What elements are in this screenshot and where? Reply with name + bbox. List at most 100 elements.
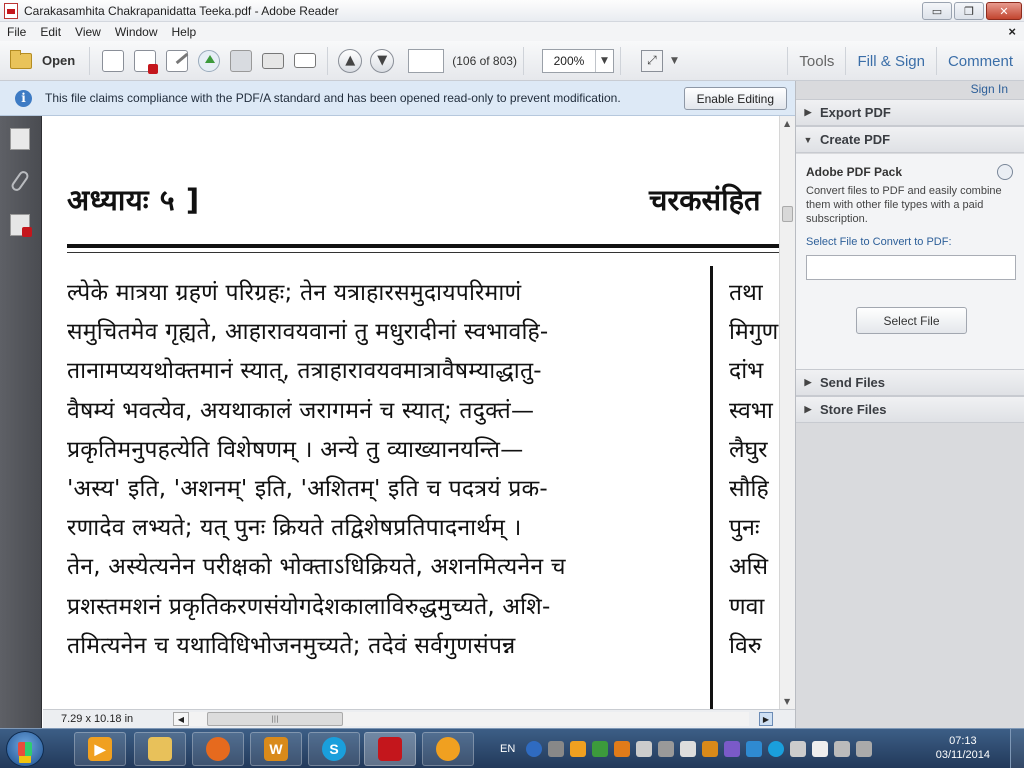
main-column: ल्पेके मात्रया ग्रहणं परिग्रहः; तेन यत्र… (67, 274, 697, 666)
scroll-left-icon[interactable]: ◀ (173, 712, 189, 726)
fill-sign-tab[interactable]: Fill & Sign (845, 47, 936, 75)
toolbar-panes: Tools Fill & Sign Comment (787, 41, 1024, 81)
status-bar: 7.29 x 10.18 in ◀ ||| ▶ (43, 709, 795, 728)
menu-view[interactable]: View (68, 25, 108, 39)
next-page-icon[interactable]: ▼ (370, 48, 395, 73)
open-button[interactable]: Open (10, 46, 91, 75)
menu-window[interactable]: Window (108, 25, 165, 39)
chevron-down-icon[interactable]: ▼ (594, 49, 613, 72)
action-center-icon[interactable] (856, 741, 873, 757)
network-icon[interactable] (834, 741, 851, 757)
folder-icon (10, 49, 32, 69)
taskbar-app[interactable] (422, 732, 474, 766)
zoom-select[interactable]: 200% ▼ (541, 48, 614, 73)
text-line: प्रकृतिमनुपहत्येति विशेषणम् । अन्ये तु व… (67, 436, 524, 463)
create-pdf-panel: Adobe PDF Pack Convert files to PDF and … (796, 154, 1024, 369)
store-files-section[interactable]: ▶ Store Files (796, 396, 1024, 423)
language-indicator[interactable]: EN (500, 743, 515, 755)
firefox-icon (206, 737, 230, 761)
attachments-icon[interactable] (9, 169, 31, 193)
scroll-down-icon[interactable]: ▼ (784, 697, 790, 706)
text-line: स्वभा (729, 397, 773, 424)
create-pdf-section[interactable]: ▼ Create PDF (796, 126, 1024, 153)
customize-dropdown-icon[interactable]: ▼ (671, 56, 678, 66)
tools-tab[interactable]: Tools (787, 47, 845, 75)
tray-app-icon[interactable] (768, 741, 785, 757)
menu-edit[interactable]: Edit (33, 25, 68, 39)
save-icon[interactable] (230, 49, 253, 72)
column-divider (710, 266, 713, 709)
close-document-icon[interactable]: × (1008, 24, 1016, 39)
tray-app-icon[interactable] (614, 741, 631, 757)
text-line: वैषम्यं भवत्येव, अयथाकालं जरागमनं च स्या… (67, 397, 535, 424)
tray-flower-icon[interactable] (570, 741, 587, 757)
taskbar-adobe-reader[interactable] (364, 732, 416, 766)
edit-pdf-icon[interactable] (166, 49, 189, 72)
page-header-left: अध्यायः ५ ] (67, 183, 200, 217)
upload-icon[interactable] (198, 49, 221, 72)
windows-taskbar: ▶ W S EN 07:13 03/11/2014 (0, 728, 1024, 768)
taskbar-firefox[interactable] (192, 732, 244, 766)
show-desktop-button[interactable] (1010, 729, 1024, 768)
page-thumbnails-icon[interactable] (6, 128, 30, 155)
scroll-up-icon[interactable]: ▲ (784, 119, 790, 128)
tray-app-icon[interactable] (658, 741, 675, 757)
select-file-button[interactable]: Select File (856, 307, 967, 334)
tray-app-icon[interactable] (746, 741, 763, 757)
vertical-scrollbar[interactable]: ▲ ▼ (779, 116, 795, 709)
clock[interactable]: 07:13 03/11/2014 (936, 734, 990, 762)
tray-app-icon[interactable] (592, 741, 609, 757)
maximize-button[interactable]: ❐ (954, 2, 984, 20)
volume-icon[interactable] (680, 741, 697, 757)
taskbar-word[interactable]: W (250, 732, 302, 766)
taskbar-media-player[interactable]: ▶ (74, 732, 126, 766)
security-icon[interactable] (10, 214, 32, 237)
menu-help[interactable]: Help (165, 25, 204, 39)
file-path-input[interactable] (806, 255, 1016, 280)
navigation-pane (0, 116, 42, 728)
comment-tab[interactable]: Comment (935, 47, 1024, 75)
tray-app-icon[interactable] (636, 741, 653, 757)
sign-in-link[interactable]: Sign In (971, 82, 1008, 96)
menu-bar: File Edit View Window Help × (0, 22, 1024, 41)
taskbar-skype[interactable]: S (308, 732, 360, 766)
tray-word-icon[interactable] (702, 741, 719, 757)
toolbar-divider (619, 46, 621, 75)
scroll-thumb[interactable] (782, 206, 793, 222)
start-button[interactable] (6, 731, 44, 767)
info-message: This file claims compliance with the PDF… (45, 91, 621, 105)
create-pdf-icon[interactable] (102, 49, 125, 72)
speaker-icon[interactable] (812, 741, 829, 757)
pdf-pack-description: Convert files to PDF and easily combine … (806, 185, 1002, 225)
export-pdf-icon[interactable] (134, 49, 159, 74)
previous-page-icon[interactable]: ▲ (338, 48, 363, 73)
taskbar-explorer[interactable] (134, 732, 186, 766)
print-icon[interactable] (262, 52, 285, 69)
close-button[interactable]: ✕ (986, 2, 1022, 20)
pdf-pack-title: Adobe PDF Pack (806, 165, 903, 179)
window-title: Carakasamhita Chakrapanidatta Teeka.pdf … (24, 3, 339, 18)
document-view[interactable]: अध्यायः ५ ] चरकसंहित ल्पेके मात्रया ग्रह… (43, 116, 779, 709)
page-number-input[interactable] (408, 48, 445, 73)
page-count: (106 of 803) (452, 53, 517, 68)
send-files-label: Send Files (820, 375, 886, 390)
fit-page-icon[interactable]: ⤢ (640, 49, 663, 72)
export-pdf-section[interactable]: ▶ Export PDF (796, 99, 1024, 126)
settings-icon[interactable] (548, 741, 565, 757)
store-files-label: Store Files (820, 402, 887, 417)
text-line: 'अस्य' इति, 'अशनम्' इति, 'अशितम्' इति च … (67, 475, 548, 502)
tray-app-icon[interactable] (724, 741, 741, 757)
minimize-button[interactable]: ▭ (922, 2, 952, 20)
text-line: असि (729, 554, 769, 581)
horizontal-scrollbar[interactable]: ||| (189, 712, 749, 726)
email-icon[interactable] (294, 53, 317, 68)
scroll-right-icon[interactable]: ▶ (759, 712, 773, 726)
send-files-section[interactable]: ▶ Send Files (796, 369, 1024, 396)
horizontal-scroll-thumb[interactable]: ||| (207, 712, 343, 726)
enable-editing-button[interactable]: Enable Editing (683, 87, 787, 110)
help-icon[interactable] (526, 741, 543, 757)
menu-file[interactable]: File (0, 25, 33, 39)
text-line: तथा (729, 280, 763, 306)
tray-app-icon[interactable] (790, 741, 807, 757)
page-header-right: चरकसंहित (649, 183, 761, 217)
